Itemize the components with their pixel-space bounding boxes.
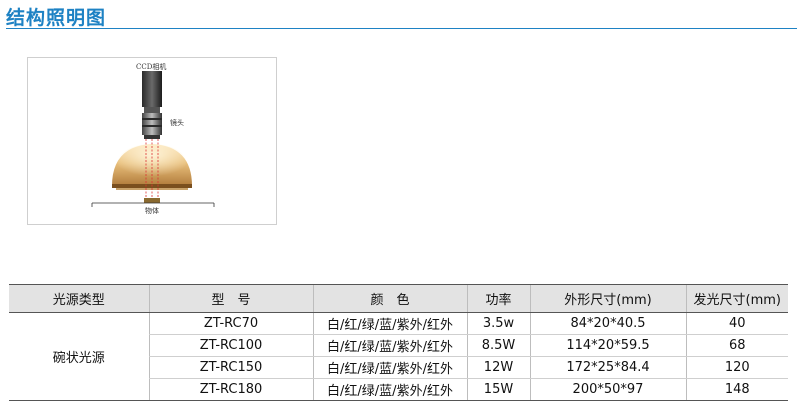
- dims-cell: 200*50*97: [529, 378, 686, 401]
- col-header-dims: 外形尺寸(mm): [529, 284, 686, 313]
- camera-mount: [144, 107, 160, 113]
- emit-cell: 40: [685, 312, 788, 335]
- illumination-diagram-graphic: [91, 71, 215, 207]
- col-header-model: 型 号: [148, 284, 313, 313]
- col-header-color: 颜 色: [312, 284, 467, 313]
- col-header-type: 光源类型: [9, 284, 149, 313]
- table-header-row: 光源类型 型 号 颜 色 功率 外形尺寸(mm) 发光尺寸(mm): [9, 284, 788, 313]
- lens-body: [142, 113, 162, 135]
- model-cell: ZT-RC100: [148, 334, 313, 357]
- spec-table: 光源类型 型 号 颜 色 功率 外形尺寸(mm) 发光尺寸(mm) 碗状光源 Z…: [9, 284, 788, 401]
- power-cell: 3.5w: [466, 312, 530, 335]
- color-cell: 白/红/绿/蓝/紫外/红外: [312, 356, 467, 379]
- dims-cell: 84*20*40.5: [529, 312, 686, 335]
- color-cell: 白/红/绿/蓝/紫外/红外: [312, 378, 467, 401]
- model-cell: ZT-RC70: [148, 312, 313, 335]
- title-divider: [6, 28, 797, 29]
- power-cell: 12W: [466, 356, 530, 379]
- camera-label: CCD相机: [136, 63, 167, 71]
- object-label: 物体: [145, 207, 159, 215]
- col-header-power: 功率: [466, 284, 530, 313]
- emit-cell: 148: [685, 378, 788, 401]
- emit-cell: 68: [685, 334, 788, 357]
- light-type-cell: 碗状光源: [9, 312, 149, 401]
- object-part: [144, 198, 160, 203]
- structure-diagram: CCD相机 镜头 物体: [27, 57, 277, 225]
- lens-label: 镜头: [170, 119, 184, 127]
- table-row: 碗状光源 ZT-RC70 白/红/绿/蓝/紫外/红外 3.5w 84*20*40…: [9, 312, 788, 401]
- col-header-emit: 发光尺寸(mm): [685, 284, 788, 313]
- color-cell: 白/红/绿/蓝/紫外/红外: [312, 334, 467, 357]
- page-title: 结构照明图: [6, 7, 107, 29]
- color-cell: 白/红/绿/蓝/紫外/红外: [312, 312, 467, 335]
- power-cell: 15W: [466, 378, 530, 401]
- camera-body: [142, 71, 162, 107]
- dims-cell: 114*20*59.5: [529, 334, 686, 357]
- dims-cell: 172*25*84.4: [529, 356, 686, 379]
- power-cell: 8.5W: [466, 334, 530, 357]
- emit-cell: 120: [685, 356, 788, 379]
- model-cell: ZT-RC180: [148, 378, 313, 401]
- model-cell: ZT-RC150: [148, 356, 313, 379]
